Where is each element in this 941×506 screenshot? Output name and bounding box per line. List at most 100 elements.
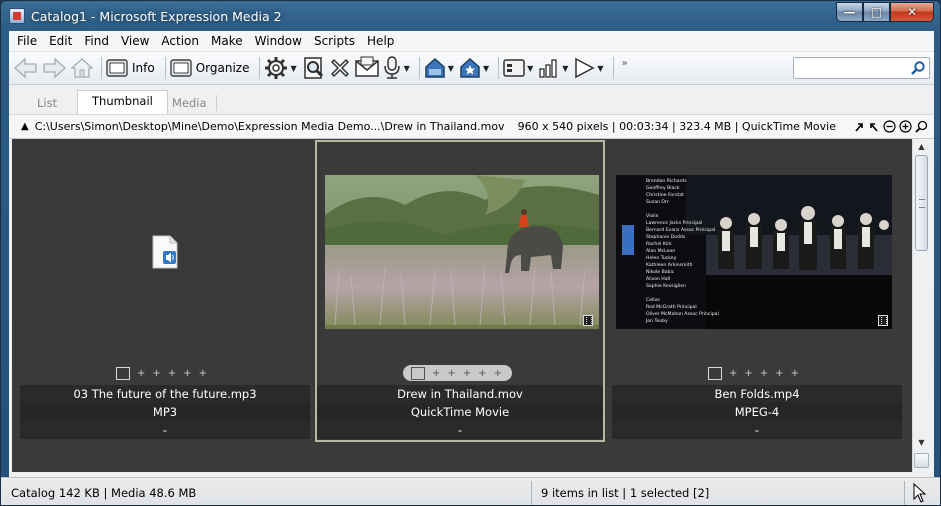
menu-file[interactable]: File	[11, 34, 43, 48]
scroll-thumb[interactable]	[915, 155, 928, 251]
info-button[interactable]: Info	[106, 55, 159, 81]
star-icon[interactable]: +	[168, 368, 176, 379]
app-icon[interactable]	[9, 8, 25, 24]
credit-line: Brendon Richards	[646, 178, 687, 184]
favorites-button[interactable]: ▼	[459, 55, 492, 81]
zoom-out-icon[interactable]	[883, 120, 896, 133]
star-icon[interactable]: +	[729, 368, 737, 379]
settings-button[interactable]: ▼	[264, 55, 299, 81]
credit-line: Sophie Kessiglien	[646, 283, 686, 289]
arrow-up-right-icon[interactable]	[853, 121, 865, 133]
item-extra: -	[20, 421, 310, 439]
title-bar[interactable]: Catalog1 - Microsoft Expression Media 2 …	[1, 1, 940, 31]
chevron-down-icon[interactable]: ▼	[597, 64, 603, 73]
item-type: MPEG-4	[612, 403, 902, 421]
select-checkbox[interactable]	[116, 366, 130, 380]
sort-button[interactable]: ▼	[538, 55, 571, 81]
search-input[interactable]	[794, 58, 906, 78]
chevron-down-icon[interactable]: ▼	[290, 64, 296, 73]
voice-annotation-button[interactable]: ▼	[382, 55, 413, 81]
menu-scripts[interactable]: Scripts	[308, 34, 361, 48]
select-checkbox[interactable]	[708, 366, 722, 380]
arrow-up-left-icon[interactable]	[868, 121, 880, 133]
rating-control[interactable]: + + + + +	[403, 365, 512, 381]
search-box[interactable]	[793, 57, 930, 79]
catalog-home-button[interactable]: ▼	[424, 55, 457, 81]
status-divider	[904, 481, 905, 505]
minimize-button[interactable]: —	[836, 2, 863, 22]
menu-make[interactable]: Make	[205, 34, 249, 48]
view-tabs: List Thumbnail Media	[9, 86, 934, 114]
tab-media[interactable]: Media	[172, 92, 207, 114]
zoom-in-icon[interactable]	[899, 120, 912, 133]
scroll-up-icon[interactable]: ▲	[913, 139, 930, 155]
chevron-down-icon[interactable]: ▼	[483, 64, 489, 73]
select-checkbox[interactable]	[411, 366, 425, 380]
toolbar-separator	[612, 57, 614, 79]
resize-corner-icon[interactable]	[914, 453, 929, 468]
delete-button[interactable]	[328, 55, 352, 81]
view-mode-button[interactable]: ▼	[503, 55, 536, 81]
slideshow-button[interactable]: ▼	[573, 55, 606, 81]
thumbnail-cell-selected[interactable]: + + + + + Drew in Thailand.mov QuickTime Mov…	[315, 139, 605, 472]
back-button[interactable]	[13, 55, 39, 81]
credit-line: Jon Tooby	[645, 318, 668, 324]
home-button[interactable]	[69, 55, 95, 81]
star-icon[interactable]: +	[137, 368, 145, 379]
maximize-button[interactable]: □	[863, 2, 890, 22]
tab-thumbnail[interactable]: Thumbnail	[77, 90, 168, 114]
collapse-up-icon[interactable]: ▲	[21, 121, 29, 132]
item-filename: Ben Folds.mp4	[612, 385, 902, 403]
item-filename: Drew in Thailand.mov	[317, 385, 603, 403]
star-icon[interactable]: +	[478, 368, 486, 379]
zoom-controls	[853, 120, 928, 133]
magnifier-icon[interactable]	[915, 120, 928, 133]
menu-window[interactable]: Window	[249, 34, 308, 48]
toolbar-overflow-icon[interactable]: »	[622, 58, 628, 69]
forward-arrow-icon	[43, 57, 66, 79]
star-icon[interactable]: +	[760, 368, 768, 379]
email-button[interactable]	[354, 55, 380, 81]
star-icon[interactable]: +	[183, 368, 191, 379]
organize-button[interactable]: Organize	[170, 55, 254, 81]
star-icon[interactable]: +	[199, 368, 207, 379]
toolbar-separator	[259, 57, 261, 79]
credit-line: Lawrence Jacks Principal	[646, 220, 702, 226]
thumbnail-cell[interactable]: Brendon Richards Geoffrey Black Christine …	[612, 139, 902, 472]
gear-icon	[265, 57, 288, 79]
star-icon[interactable]: +	[152, 368, 160, 379]
tab-list[interactable]: List	[37, 92, 57, 114]
audio-file-icon	[152, 235, 178, 269]
star-icon[interactable]: +	[447, 368, 455, 379]
chevron-down-icon[interactable]: ▼	[562, 64, 568, 73]
item-type: QuickTime Movie	[317, 403, 603, 421]
menu-view[interactable]: View	[115, 34, 155, 48]
file-path: C:\Users\Simon\Desktop\Mine\Demo\Express…	[34, 120, 505, 133]
thumbnail-cell[interactable]: + + + + + 03 The future of the future.mp3 MP…	[20, 139, 310, 472]
rating-control[interactable]: + + + + +	[708, 365, 799, 381]
star-icon[interactable]: +	[432, 368, 440, 379]
find-button[interactable]	[302, 55, 326, 81]
credit-line: Rod McGrath Principal	[646, 304, 697, 310]
chevron-down-icon[interactable]: ▼	[527, 64, 533, 73]
menu-edit[interactable]: Edit	[43, 34, 78, 48]
credit-line: Bernard Evans Assoc Principal	[646, 227, 715, 233]
item-filename: 03 The future of the future.mp3	[20, 385, 310, 403]
menu-find[interactable]: Find	[78, 34, 115, 48]
star-icon[interactable]: +	[744, 368, 752, 379]
forward-button[interactable]	[41, 55, 67, 81]
rating-control[interactable]: + + + + +	[116, 365, 207, 381]
star-icon[interactable]: +	[463, 368, 471, 379]
chevron-down-icon[interactable]: ▼	[448, 64, 454, 73]
star-icon[interactable]: +	[775, 368, 783, 379]
scroll-down-icon[interactable]: ▼	[913, 435, 930, 451]
menu-help[interactable]: Help	[361, 34, 400, 48]
menu-action[interactable]: Action	[155, 34, 205, 48]
chevron-down-icon[interactable]: ▼	[404, 64, 410, 73]
minimize-icon: —	[843, 5, 856, 19]
star-icon[interactable]: +	[791, 368, 799, 379]
star-icon[interactable]: +	[494, 368, 502, 379]
search-icon[interactable]	[910, 60, 926, 76]
close-button[interactable]: ✕	[890, 2, 934, 22]
vertical-scrollbar[interactable]: ▲ ▼	[912, 139, 930, 472]
